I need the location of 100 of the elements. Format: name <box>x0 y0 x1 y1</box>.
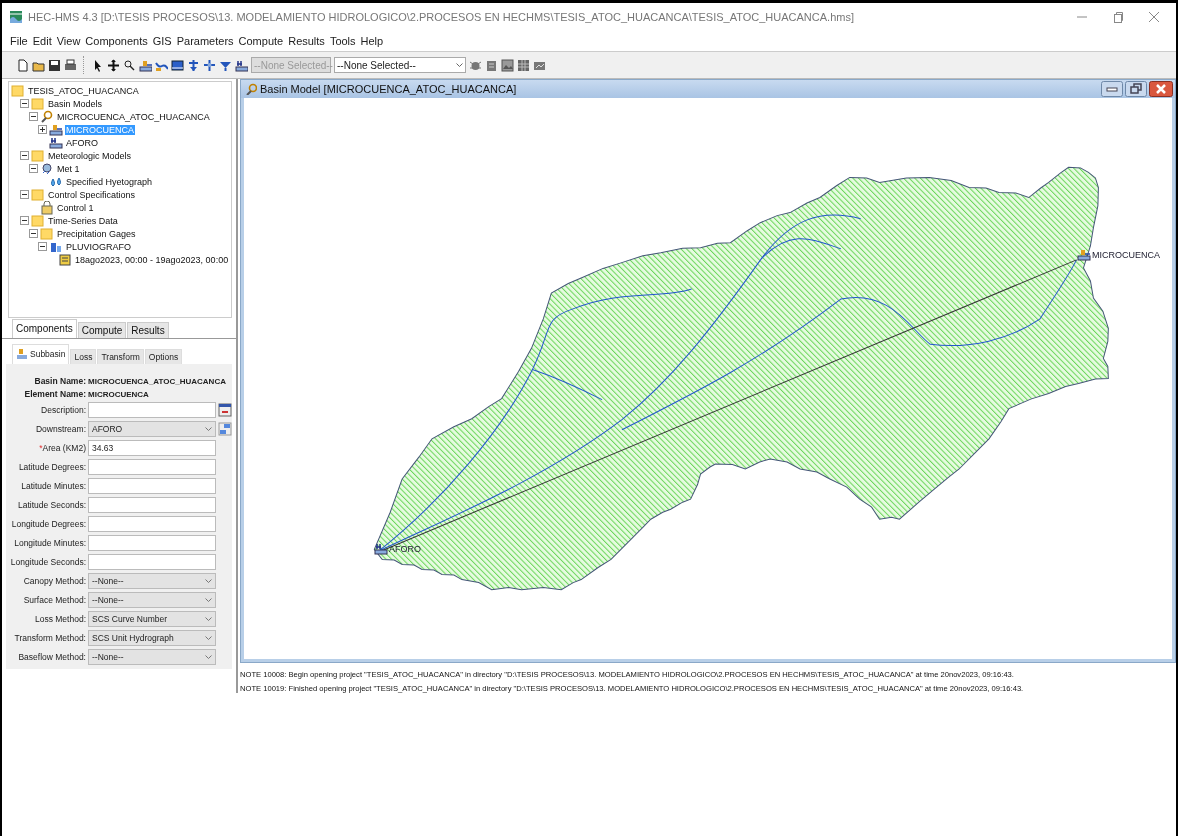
expander-icon[interactable] <box>20 151 29 160</box>
caret-icon <box>205 654 212 660</box>
expander-icon[interactable] <box>38 242 47 251</box>
dropdown[interactable]: --None-- <box>88 592 216 608</box>
app-logo-icon <box>10 11 22 23</box>
tree-item[interactable]: Meteorologic Models <box>47 150 133 161</box>
field-label: Longitude Seconds: <box>9 557 86 567</box>
expander-icon[interactable] <box>20 99 29 108</box>
tree-item[interactable]: MICROCUENCA_ATOC_HUACANCA <box>56 111 211 122</box>
tree-item[interactable]: Control 1 <box>56 202 95 213</box>
menu-item[interactable]: Compute <box>238 35 284 47</box>
diversion-tool-icon[interactable] <box>203 58 216 72</box>
input-field[interactable] <box>88 535 216 551</box>
editor-tab[interactable]: Subbasin <box>12 344 70 364</box>
field-value: MICROCUENCA_ATOC_HUACANCA <box>88 376 226 386</box>
input-field[interactable] <box>88 554 216 570</box>
input-field[interactable] <box>88 459 216 475</box>
sink-icon[interactable] <box>374 542 388 556</box>
schematic-icon[interactable] <box>218 422 232 436</box>
field-label: Latitude Degrees: <box>17 462 86 472</box>
menu-item[interactable]: File <box>10 35 28 47</box>
input-field[interactable]: 34.63 <box>88 440 216 456</box>
menu-item[interactable]: Results <box>288 35 325 47</box>
panel-tab[interactable]: Components <box>12 319 77 338</box>
save-icon[interactable] <box>48 58 61 72</box>
subbasin-tool-icon[interactable] <box>139 58 152 72</box>
field-label: Baseflow Method: <box>17 652 86 662</box>
caret-icon <box>205 635 212 641</box>
expander-icon[interactable] <box>20 216 29 225</box>
window-title: Basin Model [MICROCUENCA_ATOC_HUACANCA] <box>260 83 518 95</box>
input-field[interactable] <box>88 402 216 418</box>
field-label: Canopy Method: <box>22 576 86 586</box>
tree-item[interactable]: Basin Models <box>47 98 104 109</box>
input-field[interactable] <box>88 516 216 532</box>
tree-item[interactable]: Precipitation Gages <box>56 228 137 239</box>
menu-item[interactable]: Help <box>360 35 384 47</box>
field-label: Transform Method: <box>13 633 86 643</box>
dropdown[interactable]: SCS Curve Number <box>88 611 216 627</box>
timeseries-icon <box>58 252 72 267</box>
expander-icon[interactable] <box>29 164 38 173</box>
subbasin-icon[interactable] <box>1077 248 1091 262</box>
field-label: Description: <box>40 405 86 415</box>
field-label: Element Name: <box>23 389 86 399</box>
tree-item[interactable]: TESIS_ATOC_HUACANCA <box>27 85 140 96</box>
menu-item[interactable]: GIS <box>152 35 172 47</box>
expander-icon[interactable] <box>38 125 47 134</box>
tree-item[interactable]: AFORO <box>65 137 99 148</box>
dropdown[interactable]: --None Selected-- <box>334 57 466 73</box>
menu-item[interactable]: Components <box>85 35 148 47</box>
tree-item[interactable]: Time-Series Data <box>47 215 119 226</box>
menu-item[interactable]: Edit <box>32 35 52 47</box>
field-label: Longitude Minutes: <box>13 538 86 548</box>
field-label: Loss Method: <box>33 614 86 624</box>
caret-icon <box>456 62 463 68</box>
menu-item[interactable]: Tools <box>329 35 356 47</box>
field-value: MICROCUENCA <box>88 389 149 399</box>
close-icon[interactable] <box>1148 11 1160 23</box>
expander-icon[interactable] <box>20 190 29 199</box>
tree-item[interactable]: Met 1 <box>56 163 81 174</box>
dropdown[interactable]: SCS Unit Hydrograph <box>88 630 216 646</box>
editor-tab[interactable]: Options <box>144 349 183 364</box>
dropdown[interactable]: --None-- <box>88 649 216 665</box>
image-icon[interactable] <box>501 58 514 72</box>
junction-tool-icon[interactable] <box>187 58 200 72</box>
tree-item[interactable]: 18ago2023, 00:00 - 19ago2023, 00:00 <box>74 254 230 265</box>
caret-icon <box>205 426 212 432</box>
dropdown[interactable]: --None-- <box>88 573 216 589</box>
menu-item[interactable]: View <box>56 35 81 47</box>
tree-item[interactable]: Specified Hyetograph <box>65 176 154 187</box>
field-label: Latitude Minutes: <box>20 481 86 491</box>
folder-icon <box>31 213 45 228</box>
editor-tab[interactable]: Transform <box>97 349 144 364</box>
tree-item[interactable]: PLUVIOGRAFO <box>65 241 132 252</box>
input-field[interactable] <box>88 478 216 494</box>
print-icon[interactable] <box>64 58 77 72</box>
reservoir-tool-icon[interactable] <box>171 58 184 72</box>
input-field[interactable] <box>88 497 216 513</box>
editor-window-icon[interactable] <box>218 403 232 417</box>
close-button-icon[interactable] <box>1149 81 1173 97</box>
editor-tab[interactable]: Loss <box>70 349 97 364</box>
field-label: Latitude Seconds: <box>16 500 86 510</box>
cross-arrows-icon[interactable] <box>107 58 120 72</box>
caret-icon <box>205 616 212 622</box>
panel-tab[interactable]: Compute <box>77 322 127 338</box>
tree-item[interactable]: Control Specifications <box>47 189 137 200</box>
subbasin-icon <box>49 122 63 137</box>
field-label: Downstream: <box>34 424 86 434</box>
dropdown[interactable]: AFORO <box>88 421 216 437</box>
magnifier-icon[interactable] <box>123 58 136 72</box>
table-icon[interactable] <box>517 58 530 72</box>
expander-icon[interactable] <box>29 112 38 121</box>
new-file-icon[interactable] <box>16 58 29 72</box>
minimize-button-icon[interactable] <box>1101 81 1123 97</box>
document-icon[interactable] <box>485 58 498 72</box>
restore-button-icon[interactable] <box>1125 81 1147 97</box>
restore-icon[interactable] <box>1112 11 1124 23</box>
expander-icon[interactable] <box>29 229 38 238</box>
panel-tab[interactable]: Results <box>127 322 169 338</box>
menu-item[interactable]: Parameters <box>176 35 234 47</box>
sink-tool-icon[interactable] <box>235 58 248 72</box>
